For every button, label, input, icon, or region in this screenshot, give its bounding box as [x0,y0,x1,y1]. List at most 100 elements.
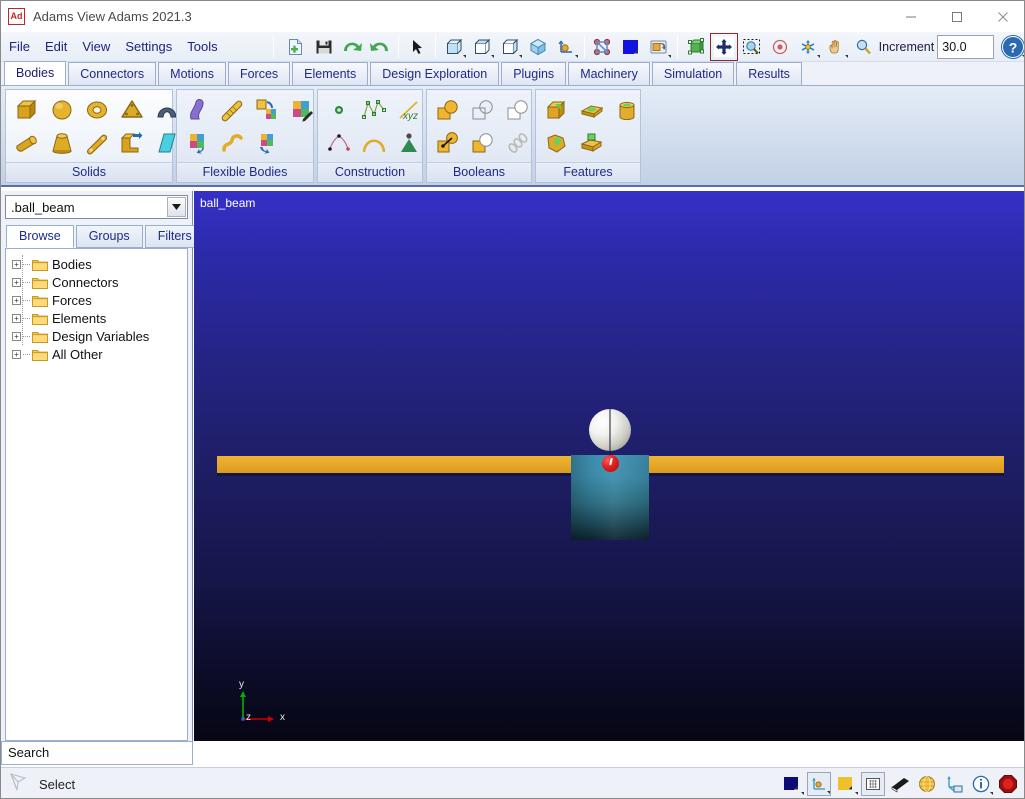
flex-edit-icon[interactable] [286,94,320,126]
tree-node-all-other[interactable]: + All Other [12,345,187,363]
menu-item-tools[interactable]: Tools [180,37,224,56]
flex-body-icon[interactable] [181,94,215,126]
frustum-solid-icon[interactable] [45,127,79,159]
top-view-icon[interactable] [469,34,495,60]
flex-cable-icon[interactable] [216,127,250,159]
model-selector-dropdown[interactable]: .ball_beam [5,195,188,219]
coordinate-window-icon[interactable] [942,772,966,796]
expand-icon[interactable]: + [12,313,21,323]
sphere-solid-icon[interactable] [45,94,79,126]
marker-point-icon[interactable] [322,94,356,126]
tab-forces[interactable]: Forces [227,62,291,85]
expand-icon[interactable]: + [12,277,21,287]
discrete-flex-icon[interactable] [251,94,285,126]
center-view-icon[interactable] [767,34,793,60]
torus-solid-icon[interactable] [80,94,114,126]
chamfer-bool-icon[interactable] [501,94,535,126]
increment-input[interactable]: 30.0 [937,34,994,59]
ball-body[interactable] [589,409,631,451]
tab-design-exploration[interactable]: Design Exploration [370,62,500,85]
view-rotate-icon[interactable] [646,34,672,60]
subtract-icon[interactable] [466,127,500,159]
tab-machinery[interactable]: Machinery [568,62,650,85]
front-view-icon[interactable] [441,34,467,60]
chevron-down-icon[interactable] [167,197,186,217]
menu-item-edit[interactable]: Edit [38,37,74,56]
tree-node-elements[interactable]: + Elements [12,309,187,327]
intersect-icon[interactable] [466,94,500,126]
tab-simulation[interactable]: Simulation [651,62,735,85]
tab-results[interactable]: Results [736,62,802,85]
chain-link-icon[interactable] [501,127,535,159]
working-grid-icon[interactable] [861,772,885,796]
maximize-button[interactable] [934,1,980,32]
stop-icon[interactable] [996,772,1020,796]
search-input[interactable]: Search [1,741,193,765]
tree-node-connectors[interactable]: + Connectors [12,273,187,291]
expand-icon[interactable]: + [12,349,21,359]
marker-point[interactable] [602,455,619,472]
merge-icon[interactable] [431,127,465,159]
redo-icon[interactable] [367,34,393,60]
translate-view-icon[interactable] [709,32,738,61]
background-color-icon[interactable] [834,772,858,796]
menu-item-settings[interactable]: Settings [118,37,179,56]
tree-node-forces[interactable]: + Forces [12,291,187,309]
iso-view-icon[interactable] [525,34,551,60]
browser-tab-browse[interactable]: Browse [6,225,74,248]
help-icon[interactable]: ? [1000,34,1024,60]
pan-hand-icon[interactable] [823,34,849,60]
tree-node-bodies[interactable]: + Bodies [12,255,187,273]
spline-point-icon[interactable] [322,127,356,159]
chamfer-feature-icon[interactable] [540,127,574,159]
globe-icon[interactable] [915,772,939,796]
fit-model-icon[interactable] [683,34,709,60]
beam-flex-icon[interactable] [216,94,250,126]
tab-plugins[interactable]: Plugins [501,62,567,85]
hollow-feature-icon[interactable] [575,94,609,126]
pointer-icon[interactable] [404,34,430,60]
rigid-to-flex-icon[interactable] [181,127,215,159]
right-view-icon[interactable] [497,34,523,60]
flex-swap-icon[interactable] [251,127,285,159]
axis-triad-toggle-icon[interactable] [807,772,831,796]
tree-node-design-variables[interactable]: + Design Variables [12,327,187,345]
tab-elements[interactable]: Elements [292,62,369,85]
box-solid-icon[interactable] [10,94,44,126]
menu-item-view[interactable]: View [75,37,117,56]
cylinder-solid-icon[interactable] [80,127,114,159]
zoom-icon[interactable] [851,34,877,60]
expand-icon[interactable]: + [12,331,21,341]
render-shaded-icon[interactable] [780,772,804,796]
expand-icon[interactable]: + [12,295,21,305]
model-viewport[interactable]: ball_beam y x z [194,191,1024,741]
undo-icon[interactable] [339,34,365,60]
rotate-dynamic-icon[interactable] [795,34,821,60]
boss-feature-icon[interactable] [575,127,609,159]
hole-feature-icon[interactable] [610,94,644,126]
tab-connectors[interactable]: Connectors [68,62,157,85]
contour-icon[interactable] [392,127,426,159]
zoom-box-icon[interactable] [739,34,765,60]
plate-solid-icon[interactable] [115,94,149,126]
unite-icon[interactable] [431,94,465,126]
arc-icon[interactable] [357,127,391,159]
fillet-feature-icon[interactable] [540,94,574,126]
csys-xyz-icon[interactable]: xyz [392,94,426,126]
tab-bodies[interactable]: Bodies [4,61,67,85]
tab-motions[interactable]: Motions [158,62,226,85]
shading-icon[interactable] [888,772,912,796]
expand-icon[interactable]: + [12,259,21,269]
menu-item-file[interactable]: File [2,37,37,56]
browser-tab-groups[interactable]: Groups [75,225,143,248]
model-tree[interactable]: + Bodies + Connectors + Forces + Element… [5,248,188,741]
polyline-icon[interactable] [357,94,391,126]
minimize-button[interactable] [888,1,934,32]
information-icon[interactable] [969,772,993,796]
new-document-icon[interactable] [283,34,309,60]
save-icon[interactable] [311,34,337,60]
axis-triad-icon[interactable] [553,34,579,60]
render-mode-icon[interactable] [590,34,616,60]
extrusion-solid-icon[interactable] [115,127,149,159]
close-button[interactable] [980,1,1024,32]
